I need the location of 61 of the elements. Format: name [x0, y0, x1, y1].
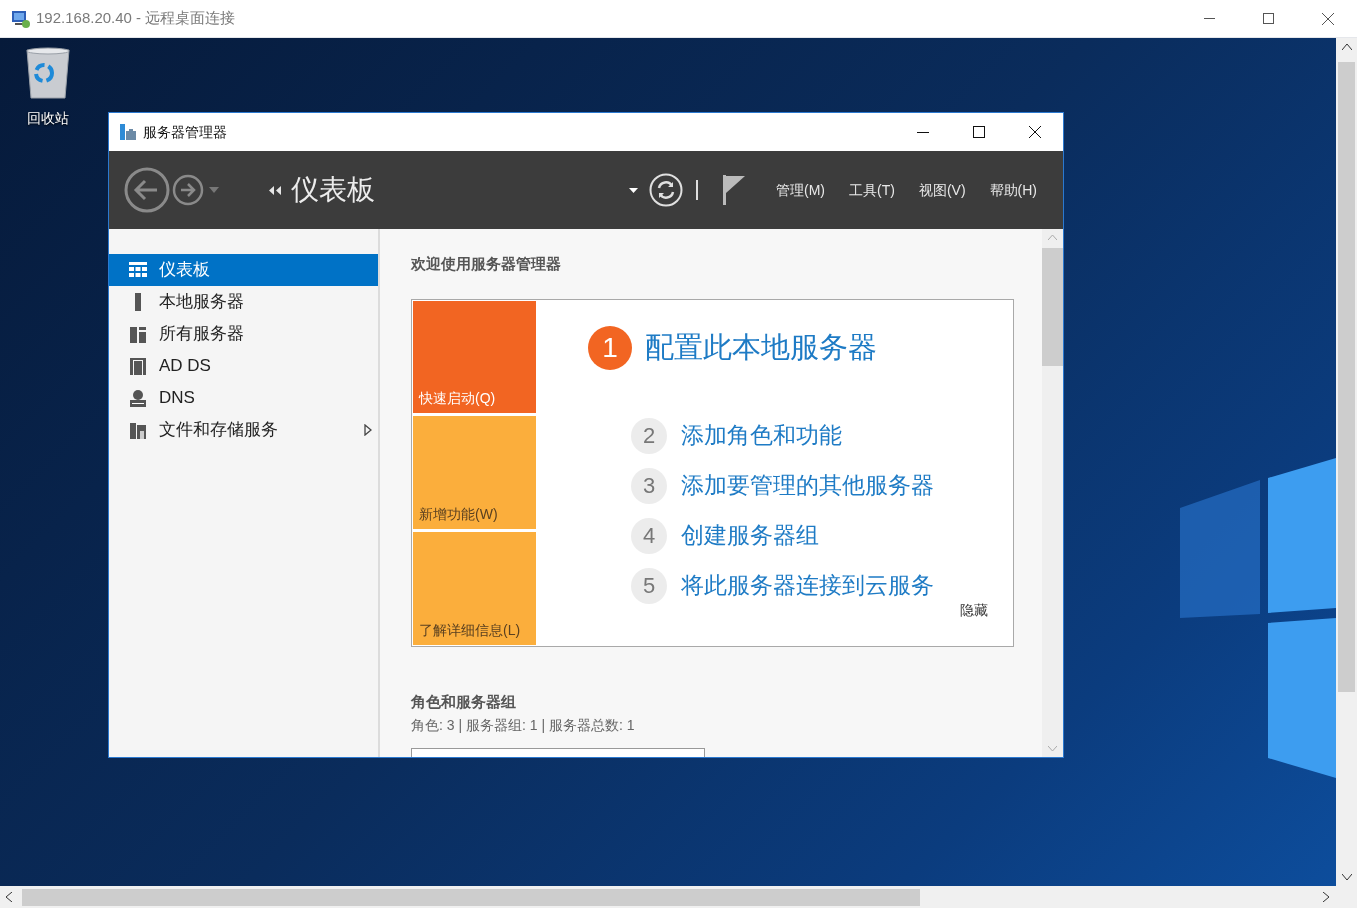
step-link[interactable]: 添加要管理的其他服务器	[681, 468, 934, 503]
dropdown-caret-icon[interactable]	[629, 187, 638, 193]
desktop-icon-label: 回收站	[27, 109, 69, 128]
step-link[interactable]: 创建服务器组	[681, 518, 819, 553]
sidebar-item[interactable]: 文件和存储服务	[109, 414, 378, 446]
menu-item[interactable]: 工具(T)	[849, 179, 895, 201]
step-number: 1	[588, 325, 632, 370]
step-number: 5	[631, 567, 667, 604]
quick-start-tile[interactable]: 新增功能(W)	[413, 416, 536, 529]
sidebar-item[interactable]: 本地服务器	[109, 286, 378, 318]
minimize-icon	[917, 131, 929, 133]
step-link[interactable]: 添加角色和功能	[681, 418, 842, 453]
flag-icon	[723, 175, 745, 205]
refresh-button[interactable]	[648, 172, 684, 208]
maximize-icon	[973, 126, 985, 138]
step-number: 4	[631, 517, 667, 554]
forward-button[interactable]	[171, 173, 205, 207]
menu-item[interactable]: 视图(V)	[918, 179, 966, 201]
expand-arrow-icon[interactable]	[364, 424, 372, 436]
minimize-icon	[1204, 18, 1215, 19]
dns-icon	[129, 389, 147, 407]
notifications-flag-button[interactable]	[722, 174, 746, 206]
section-heading: 角色和服务器组	[411, 691, 517, 712]
scrollbar-thumb[interactable]	[1042, 248, 1063, 366]
breadcrumb-title: 仪表板	[291, 173, 375, 207]
sidebar-item[interactable]: AD DS	[109, 350, 378, 382]
sidebar-item[interactable]: 仪表板	[109, 254, 378, 286]
sidebar-item[interactable]: DNS	[109, 382, 378, 414]
scroll-down-icon[interactable]	[1341, 874, 1352, 880]
storage-icon	[129, 421, 147, 439]
scrollbar-thumb[interactable]	[1338, 62, 1355, 692]
close-icon	[1029, 126, 1041, 138]
refresh-icon	[649, 173, 683, 207]
menu-item[interactable]: 管理(M)	[776, 179, 825, 201]
recycle-bin-icon	[24, 46, 72, 100]
scroll-up-icon[interactable]	[1341, 44, 1352, 50]
step-link[interactable]: 配置此本地服务器	[645, 325, 877, 370]
window-title: 服务器管理器	[143, 122, 227, 142]
step-link[interactable]: 将此服务器连接到云服务	[681, 568, 934, 603]
double-caret-icon	[269, 185, 281, 195]
remote-desktop-icon	[11, 8, 31, 29]
window-title: 192.168.20.40 - 远程桌面连接	[36, 8, 236, 29]
roles-summary: 角色: 3 | 服务器组: 1 | 服务器总数: 1	[411, 716, 636, 735]
server-manager-icon	[119, 123, 137, 141]
step-number: 3	[631, 467, 667, 504]
sidebar-item[interactable]: 所有服务器	[109, 318, 378, 350]
back-button[interactable]	[123, 166, 171, 214]
adds-icon	[129, 357, 147, 375]
scrollbar-thumb[interactable]	[22, 888, 920, 906]
hide-link[interactable]: 隐藏	[960, 599, 988, 621]
menu-item[interactable]: 帮助(H)	[989, 179, 1037, 201]
scroll-right-icon[interactable]	[1323, 892, 1329, 902]
section-heading: 欢迎使用服务器管理器	[411, 254, 562, 274]
quick-start-tile[interactable]: 了解详细信息(L)	[413, 531, 536, 645]
recycle-bin[interactable]: 回收站	[16, 46, 80, 129]
maximize-icon	[1263, 13, 1274, 24]
servers-icon	[129, 325, 147, 343]
close-icon	[1321, 12, 1334, 25]
step-number: 2	[631, 417, 667, 454]
dashboard-icon	[129, 261, 147, 279]
scroll-left-icon[interactable]	[6, 892, 12, 902]
